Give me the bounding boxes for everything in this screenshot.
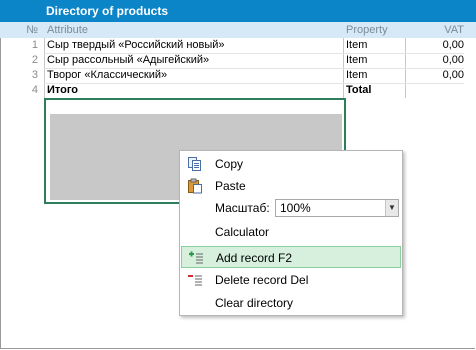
- column-header-vat[interactable]: VAT: [420, 22, 464, 38]
- column-header-attribute[interactable]: Attribute: [47, 22, 88, 38]
- menu-item-paste[interactable]: Paste: [181, 175, 401, 197]
- total-property: Total: [346, 84, 372, 96]
- row-number: 4: [31, 84, 38, 96]
- table-row[interactable]: 3 Творог «Классический» Item 0,00: [0, 68, 476, 83]
- zoom-select[interactable]: 100% ▼: [275, 199, 399, 217]
- dropdown-arrow-icon[interactable]: ▼: [385, 200, 398, 216]
- menu-item-label: Delete record Del: [215, 273, 309, 287]
- zoom-label: Масштаб:: [215, 201, 270, 215]
- add-record-icon: [188, 250, 204, 266]
- menu-item-label: Add record F2: [216, 251, 293, 265]
- table-row[interactable]: 1 Сыр твердый «Российский новый» Item 0,…: [0, 38, 476, 53]
- menu-item-label: Copy: [215, 157, 244, 171]
- zoom-value: 100%: [280, 201, 311, 215]
- row-number: 2: [31, 54, 38, 66]
- menu-item-calculator[interactable]: Calculator: [181, 221, 401, 243]
- context-menu: Copy Paste Масштаб: 100% ▼ Calculator Ad…: [179, 150, 403, 316]
- row-property[interactable]: Item: [346, 53, 367, 68]
- menu-item-zoom[interactable]: Масштаб: 100% ▼: [181, 197, 401, 219]
- row-number: 3: [31, 69, 38, 81]
- table-header: № Attribute Property VAT: [0, 22, 476, 38]
- menu-item-copy[interactable]: Copy: [181, 153, 401, 175]
- copy-icon: [187, 156, 203, 172]
- row-attribute[interactable]: Сыр рассольный «Адыгейский»: [47, 53, 209, 68]
- menu-item-label: Calculator: [215, 225, 270, 239]
- column-header-property[interactable]: Property: [346, 22, 388, 38]
- row-vat[interactable]: 0,00: [420, 68, 464, 83]
- menu-item-label: Paste: [215, 179, 246, 193]
- total-row[interactable]: 4 Итого Total: [0, 83, 476, 98]
- column-header-number[interactable]: №: [0, 22, 38, 38]
- row-property[interactable]: Item: [346, 38, 367, 53]
- table-row[interactable]: 2 Сыр рассольный «Адыгейский» Item 0,00: [0, 53, 476, 68]
- row-number: 1: [31, 39, 38, 51]
- total-label: Итого: [47, 84, 79, 96]
- menu-item-delete-record[interactable]: Delete record Del: [181, 269, 401, 291]
- delete-record-icon: [187, 272, 203, 288]
- menu-item-label: Clear directory: [215, 296, 294, 310]
- row-property[interactable]: Item: [346, 68, 367, 83]
- row-vat[interactable]: 0,00: [420, 53, 464, 68]
- menu-item-add-record[interactable]: Add record F2: [181, 246, 401, 268]
- row-attribute[interactable]: Творог «Классический»: [47, 68, 167, 83]
- menu-item-clear-directory[interactable]: Clear directory: [181, 292, 401, 314]
- row-vat[interactable]: 0,00: [420, 38, 464, 53]
- row-attribute[interactable]: Сыр твердый «Российский новый»: [47, 38, 225, 53]
- window-title: Directory of products: [0, 0, 476, 22]
- paste-icon: [187, 178, 203, 194]
